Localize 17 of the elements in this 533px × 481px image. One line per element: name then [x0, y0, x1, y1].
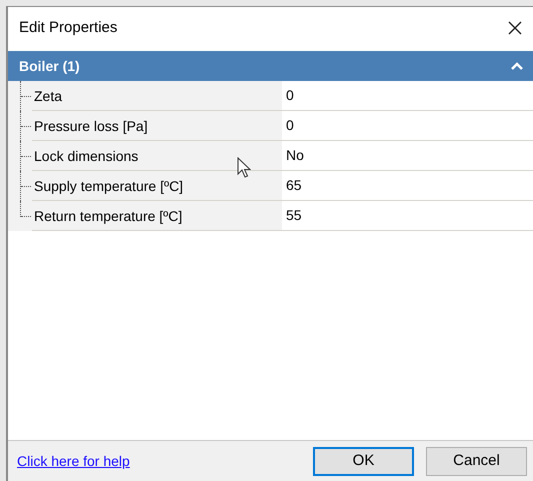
- property-name: Lock dimensions: [33, 146, 138, 166]
- property-name: Supply temperature [ºC]: [33, 176, 184, 196]
- ok-button[interactable]: OK: [313, 446, 414, 476]
- property-name: Pressure loss [Pa]: [33, 116, 148, 136]
- property-value[interactable]: 0: [286, 85, 294, 106]
- property-value[interactable]: No: [286, 145, 304, 166]
- collapse-icon[interactable]: [511, 62, 523, 70]
- property-name: Zeta: [33, 86, 62, 106]
- property-name: Return temperature [ºC]: [33, 206, 182, 226]
- property-value[interactable]: 65: [286, 175, 302, 196]
- property-value[interactable]: 55: [286, 205, 302, 226]
- cursor-icon: [237, 157, 251, 179]
- help-link[interactable]: Click here for help: [17, 450, 130, 472]
- property-value[interactable]: 0: [286, 115, 294, 136]
- category-header[interactable]: Boiler (1): [8, 51, 533, 81]
- cancel-button[interactable]: Cancel: [426, 446, 527, 476]
- window-title: Edit Properties: [19, 18, 118, 38]
